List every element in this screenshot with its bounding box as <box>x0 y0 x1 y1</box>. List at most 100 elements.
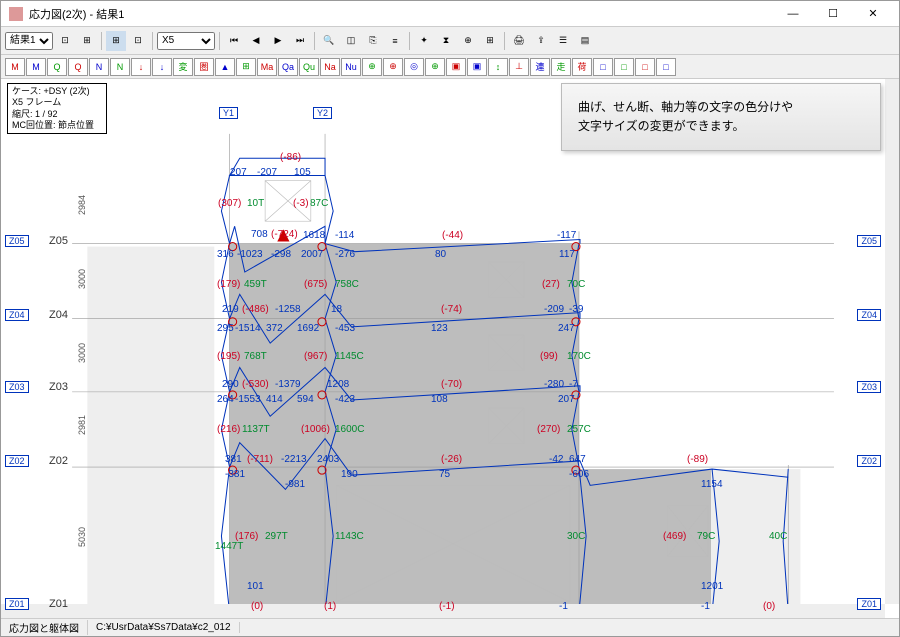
toggle-a-icon[interactable]: ⊞ <box>77 31 97 51</box>
axis-r-z05: Z05 <box>857 235 881 247</box>
mode2-icon[interactable]: ⊡ <box>128 31 148 51</box>
tb2-btn-14[interactable]: Qu <box>299 58 319 76</box>
stress-value: 1618 <box>303 230 325 241</box>
stress-value: -117 <box>557 230 576 241</box>
tb2-btn-30[interactable]: □ <box>635 58 655 76</box>
stress-value: (-724) <box>271 229 298 240</box>
tb2-btn-17[interactable]: ⊕ <box>362 58 382 76</box>
tb2-btn-13[interactable]: Qa <box>278 58 298 76</box>
tb2-btn-22[interactable]: ▣ <box>467 58 487 76</box>
axis-icon[interactable]: ✦ <box>414 31 434 51</box>
last-icon[interactable]: ⏭ <box>290 31 310 51</box>
stress-value: 30C <box>567 531 585 542</box>
stress-value: (-44) <box>442 230 463 241</box>
next-icon[interactable]: ▶ <box>268 31 288 51</box>
stress-value: (967) <box>304 351 327 362</box>
stress-value: (-711) <box>247 454 273 465</box>
copy-icon[interactable]: ⎘ <box>363 31 383 51</box>
first-icon[interactable]: ⏮ <box>224 31 244 51</box>
stress-value: (-70) <box>441 379 462 390</box>
layers-icon[interactable]: ☰ <box>553 31 573 51</box>
stress-value: (0) <box>251 601 263 612</box>
tb2-btn-24[interactable]: ⊥ <box>509 58 529 76</box>
tb2-btn-25[interactable]: 連 <box>530 58 550 76</box>
stress-value: 80 <box>435 249 446 260</box>
tb2-btn-16[interactable]: Nu <box>341 58 361 76</box>
tooltip-line1: 曲げ、せん断、軸力等の文字の色分けや <box>578 100 793 114</box>
tb2-btn-7[interactable]: ↓ <box>152 58 172 76</box>
tb2-btn-27[interactable]: 荷 <box>572 58 592 76</box>
frame-select[interactable]: X5 <box>157 32 215 50</box>
export-icon[interactable]: ⇪ <box>531 31 551 51</box>
tb2-btn-10[interactable]: ▲ <box>215 58 235 76</box>
tb2-btn-8[interactable]: 変 <box>173 58 193 76</box>
tb2-btn-4[interactable]: N <box>89 58 109 76</box>
tb2-btn-26[interactable]: 走 <box>551 58 571 76</box>
stress-value: (-89) <box>687 454 708 465</box>
stress-value: 18 <box>331 304 342 315</box>
tb2-btn-23[interactable]: ↕ <box>488 58 508 76</box>
stress-value: 123 <box>431 323 448 334</box>
tb2-btn-12[interactable]: Ma <box>257 58 277 76</box>
maximize-button[interactable]: ☐ <box>815 3 851 25</box>
stress-value: 257C <box>567 424 591 435</box>
stress-value: -42 <box>549 454 563 465</box>
tb2-btn-0[interactable]: M <box>5 58 25 76</box>
result-select[interactable]: 結果1 <box>5 32 53 50</box>
story-z04: Z04 <box>49 309 68 321</box>
status-path: C:¥UsrData¥Ss7Data¥c2_012 <box>88 622 240 633</box>
stress-value: 1137T <box>242 424 270 435</box>
tb2-btn-31[interactable]: □ <box>656 58 676 76</box>
stress-value: 10T <box>247 198 264 209</box>
legend-icon[interactable]: ≡ <box>385 31 405 51</box>
app-icon <box>9 7 23 21</box>
close-button[interactable]: ✕ <box>855 3 891 25</box>
search-icon[interactable]: 🔍 <box>319 31 339 51</box>
stress-value: 117 <box>559 249 575 260</box>
grid-icon[interactable]: ⊞ <box>480 31 500 51</box>
stress-value: 207 <box>230 167 247 178</box>
triax-icon[interactable]: ⧗ <box>436 31 456 51</box>
print-icon[interactable]: 🖨 <box>509 31 529 51</box>
info-scale: 縮尺: 1 / 92 <box>12 109 102 120</box>
tb2-btn-20[interactable]: ⊕ <box>425 58 445 76</box>
tb2-btn-1[interactable]: M <box>26 58 46 76</box>
tb2-btn-28[interactable]: □ <box>593 58 613 76</box>
tb2-btn-18[interactable]: ⊕ <box>383 58 403 76</box>
minimize-button[interactable]: — <box>775 3 811 25</box>
stress-value: 414 <box>266 394 283 405</box>
tb2-btn-3[interactable]: Q <box>68 58 88 76</box>
stress-value: (99) <box>540 351 558 362</box>
info-frame: X5 フレーム <box>12 97 102 108</box>
diagram-canvas <box>1 79 899 618</box>
stress-value: 79C <box>697 531 715 542</box>
stress-value: (-26) <box>441 454 462 465</box>
tb2-btn-9[interactable]: 圏 <box>194 58 214 76</box>
stress-value: 190 <box>341 469 358 480</box>
settings-icon[interactable]: ▤ <box>575 31 595 51</box>
tb2-btn-15[interactable]: Na <box>320 58 340 76</box>
stress-value: (675) <box>304 279 327 290</box>
tb2-btn-19[interactable]: ◎ <box>404 58 424 76</box>
tb2-btn-21[interactable]: ▣ <box>446 58 466 76</box>
stress-value: -209 <box>544 304 564 315</box>
scrollbar-vertical[interactable] <box>885 79 899 604</box>
3d-icon[interactable]: ◫ <box>341 31 361 51</box>
story-z05: Z05 <box>49 235 68 247</box>
stress-value: (179) <box>217 279 240 290</box>
workspace: ケース: +DSY (2次) X5 フレーム 縮尺: 1 / 92 MC回位置:… <box>1 79 899 618</box>
stress-value: 1145C <box>335 351 364 362</box>
tb2-btn-2[interactable]: Q <box>47 58 67 76</box>
frame-info-box: ケース: +DSY (2次) X5 フレーム 縮尺: 1 / 92 MC回位置:… <box>7 83 107 134</box>
panxy-icon[interactable]: ⊕ <box>458 31 478 51</box>
stress-value: -1258 <box>275 304 301 315</box>
tb2-btn-11[interactable]: ⊞ <box>236 58 256 76</box>
stress-value: (0) <box>763 601 775 612</box>
mode-icon[interactable]: ⊞ <box>106 31 126 51</box>
tb2-btn-6[interactable]: ↓ <box>131 58 151 76</box>
tb2-btn-29[interactable]: □ <box>614 58 634 76</box>
stress-value: 295 <box>217 323 234 334</box>
zoom-fit-icon[interactable]: ⊡ <box>55 31 75 51</box>
prev-icon[interactable]: ◀ <box>246 31 266 51</box>
tb2-btn-5[interactable]: N <box>110 58 130 76</box>
